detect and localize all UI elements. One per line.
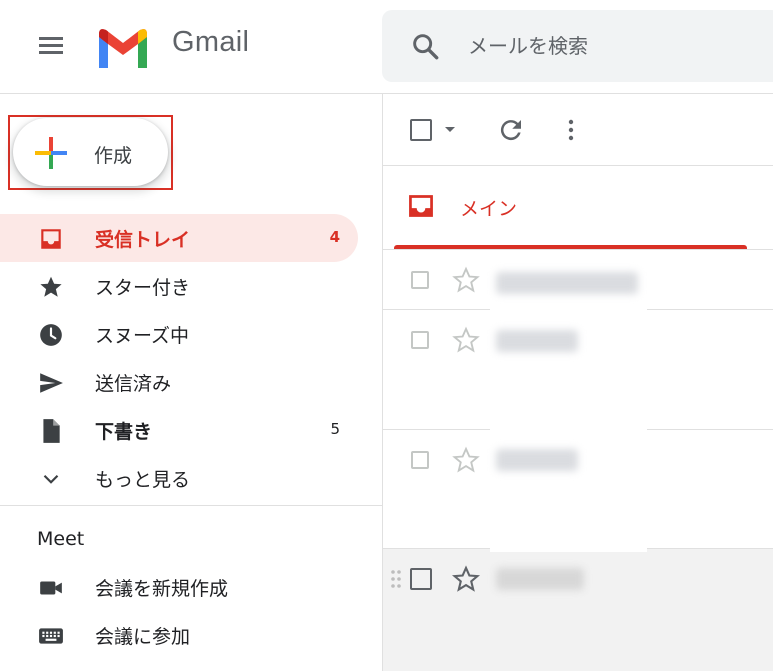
- send-icon: [40, 373, 63, 393]
- brand-name: Gmail: [172, 26, 250, 58]
- redacted-sender: [496, 568, 584, 590]
- select-dropdown-icon[interactable]: [440, 115, 470, 145]
- star-toggle-icon[interactable]: [452, 326, 480, 354]
- menu-icon-bar: [39, 51, 63, 54]
- gmail-logo[interactable]: [95, 24, 151, 70]
- draft-icon: [43, 419, 60, 443]
- search-input[interactable]: [468, 30, 768, 62]
- star-toggle-icon[interactable]: [452, 266, 480, 294]
- star-toggle-icon[interactable]: [452, 565, 480, 593]
- meet-heading: Meet: [37, 528, 85, 550]
- row-checkbox[interactable]: [411, 271, 429, 289]
- sidebar-item-new-meeting[interactable]: 会議を新規作成: [0, 563, 358, 611]
- draft-count: 5: [330, 420, 340, 438]
- sidebar-item-starred[interactable]: スター付き: [0, 262, 358, 310]
- sidebar-item-label: 送信済み: [95, 373, 172, 395]
- select-all-checkbox[interactable]: [410, 119, 432, 141]
- row-checkbox[interactable]: [410, 568, 432, 590]
- sidebar-divider: [0, 505, 382, 506]
- keyboard-icon: [39, 628, 63, 644]
- star-toggle-icon[interactable]: [452, 446, 480, 474]
- unread-count: 4: [329, 228, 340, 246]
- sidebar-item-sent[interactable]: 送信済み: [0, 358, 358, 406]
- sidebar-item-label: 下書き: [95, 421, 153, 443]
- chevron-down-icon: [43, 474, 59, 484]
- tab-main[interactable]: [394, 166, 747, 250]
- refresh-icon[interactable]: [496, 115, 526, 145]
- sidebar-item-join-meeting[interactable]: 会議に参加: [0, 611, 358, 659]
- star-icon: [40, 276, 62, 297]
- more-vert-icon[interactable]: [556, 115, 586, 145]
- inbox-tab-icon: [409, 195, 433, 217]
- compose-label: 作成: [94, 145, 133, 167]
- sidebar-item-label: スヌーズ中: [95, 325, 190, 347]
- sidebar-item-label: 会議を新規作成: [95, 578, 229, 600]
- redacted-sender-column: [490, 252, 647, 552]
- menu-icon-bar: [39, 37, 63, 40]
- sidebar-item-label: 会議に参加: [95, 626, 191, 648]
- sidebar-item-label: もっと見る: [95, 469, 191, 491]
- plus-icon: [35, 137, 67, 169]
- drag-handle-icon[interactable]: [389, 568, 403, 590]
- row-checkbox[interactable]: [411, 451, 429, 469]
- redacted-sender: [496, 272, 638, 294]
- sidebar-item-label: 受信トレイ: [95, 229, 191, 251]
- video-icon: [40, 581, 62, 595]
- menu-icon-bar: [39, 44, 63, 47]
- sidebar-item-drafts[interactable]: 下書き 5: [0, 406, 358, 454]
- tab-main-label: メイン: [460, 198, 518, 220]
- search-icon[interactable]: [410, 31, 442, 63]
- sidebar-item-inbox[interactable]: 受信トレイ 4: [0, 214, 358, 262]
- main-menu-button[interactable]: [36, 31, 66, 61]
- row-checkbox[interactable]: [411, 331, 429, 349]
- redacted-sender: [496, 449, 578, 471]
- inbox-icon: [41, 229, 61, 249]
- clock-icon: [40, 324, 62, 346]
- sidebar-item-more[interactable]: もっと見る: [0, 454, 358, 502]
- tab-divider: [382, 249, 773, 250]
- redacted-sender: [496, 330, 578, 352]
- sidebar-item-label: スター付き: [95, 277, 191, 299]
- sidebar-item-snoozed[interactable]: スヌーズ中: [0, 310, 358, 358]
